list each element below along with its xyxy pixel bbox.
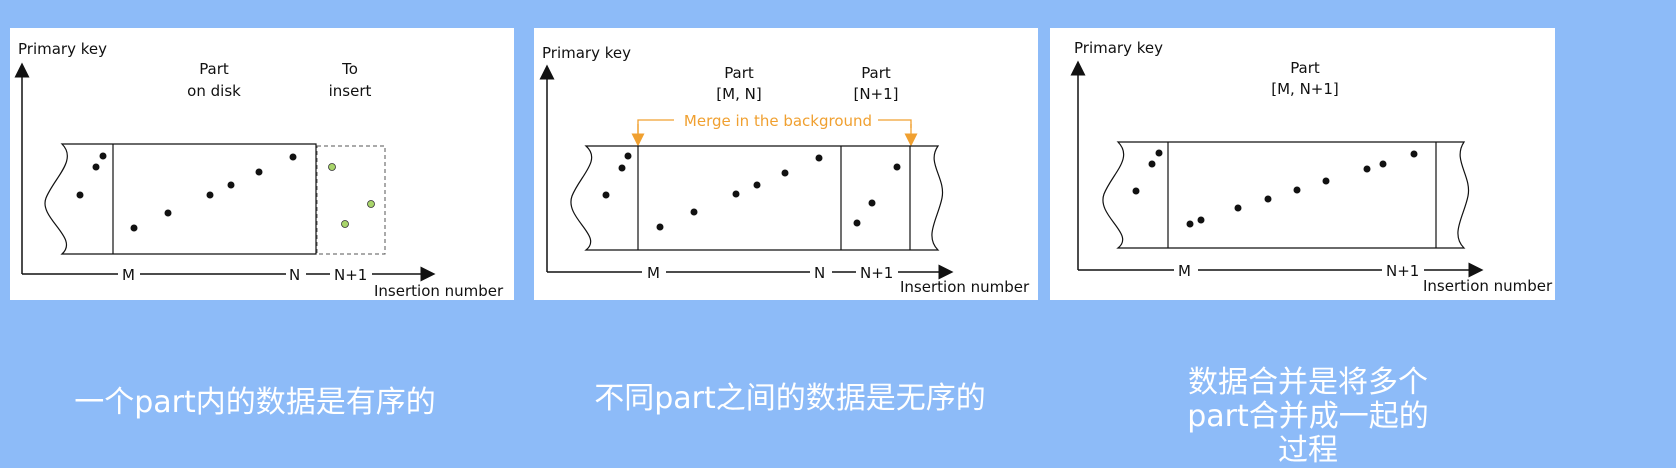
part-n1-points bbox=[853, 163, 901, 227]
tick-n: N bbox=[814, 264, 825, 282]
disk-points bbox=[76, 152, 297, 232]
to-insert-box bbox=[316, 145, 386, 255]
data-point bbox=[753, 181, 761, 189]
merged-part-box bbox=[1102, 141, 1470, 249]
merge-bracket-right bbox=[878, 119, 912, 128]
data-point bbox=[1186, 220, 1194, 228]
part-on-disk-box bbox=[44, 143, 317, 255]
data-point bbox=[1410, 150, 1418, 158]
data-point bbox=[255, 168, 263, 176]
caption-2: 不同part之间的数据是无序的 bbox=[594, 381, 986, 416]
caption-3: 数据合并是将多个part合并成一起的过程 bbox=[1187, 365, 1429, 468]
parts-box bbox=[570, 145, 944, 251]
diagram-panel-3: Primary key M N+1 Insertion number Part … bbox=[1050, 28, 1555, 300]
data-point bbox=[690, 208, 698, 216]
y-axis-label: Primary key bbox=[542, 44, 631, 62]
data-point bbox=[130, 224, 138, 232]
y-axis-label: Primary key bbox=[1074, 39, 1163, 57]
data-point bbox=[206, 191, 214, 199]
x-axis-label: Insertion number bbox=[374, 282, 504, 300]
data-point bbox=[868, 199, 876, 207]
data-point bbox=[1132, 187, 1140, 195]
tick-n: N bbox=[289, 266, 300, 284]
data-point bbox=[656, 223, 664, 231]
part-label-line2: [M, N+1] bbox=[1271, 80, 1339, 98]
part-mn-points bbox=[602, 152, 823, 231]
x-axis-label: Insertion number bbox=[1423, 277, 1553, 295]
tick-m: M bbox=[647, 264, 660, 282]
merged-points bbox=[1132, 149, 1418, 228]
part-label-line1: Part bbox=[1290, 59, 1320, 77]
y-axis-label: Primary key bbox=[18, 40, 107, 58]
new-data-point bbox=[341, 220, 349, 228]
tick-n-plus-1: N+1 bbox=[1386, 262, 1419, 280]
panel-3-svg: Primary key M N+1 Insertion number Part … bbox=[1070, 39, 1553, 295]
data-point bbox=[1322, 177, 1330, 185]
data-point bbox=[1197, 216, 1205, 224]
data-point bbox=[1363, 165, 1371, 173]
tick-m: M bbox=[1178, 262, 1191, 280]
data-point bbox=[1293, 186, 1301, 194]
diagram-panel-1: Primary key M N N+1 Insertion number Par… bbox=[10, 28, 514, 300]
data-point bbox=[1379, 160, 1387, 168]
data-point bbox=[76, 191, 84, 199]
insert-label-line2: insert bbox=[329, 82, 372, 100]
new-data-point bbox=[367, 200, 375, 208]
merge-label: Merge in the background bbox=[684, 112, 872, 130]
data-point bbox=[1264, 195, 1272, 203]
caption-1: 一个part内的数据是有序的 bbox=[74, 385, 436, 420]
insert-label-line1: To bbox=[341, 60, 358, 78]
data-point bbox=[732, 190, 740, 198]
data-point bbox=[624, 152, 632, 160]
panel-2-svg: Primary key M N N+1 Insertion number Par… bbox=[539, 44, 1030, 296]
data-point bbox=[618, 164, 626, 172]
data-point bbox=[164, 209, 172, 217]
data-point bbox=[92, 163, 100, 171]
merge-bracket-left bbox=[637, 119, 674, 138]
data-point bbox=[602, 191, 610, 199]
tick-m: M bbox=[122, 266, 135, 284]
data-point bbox=[1234, 204, 1242, 212]
tick-n-plus-1: N+1 bbox=[860, 264, 893, 282]
data-point bbox=[853, 219, 861, 227]
data-point bbox=[289, 153, 297, 161]
tick-n-plus-1: N+1 bbox=[334, 266, 367, 284]
part-label-line1: Part bbox=[199, 60, 229, 78]
new-data-point bbox=[328, 163, 336, 171]
data-point bbox=[815, 154, 823, 162]
part-label-line2: on disk bbox=[187, 82, 241, 100]
part-mn-label-line2: [M, N] bbox=[716, 85, 761, 103]
data-point bbox=[781, 169, 789, 177]
part-n1-label-line2: [N+1] bbox=[853, 85, 898, 103]
insert-points bbox=[328, 163, 375, 228]
data-point bbox=[99, 152, 107, 160]
part-mn-label-line1: Part bbox=[724, 64, 754, 82]
part-n1-label-line1: Part bbox=[861, 64, 891, 82]
diagram-panel-2: Primary key M N N+1 Insertion number Par… bbox=[534, 28, 1038, 300]
data-point bbox=[1155, 149, 1163, 157]
data-point bbox=[893, 163, 901, 171]
data-point bbox=[227, 181, 235, 189]
panel-1-svg: Primary key M N N+1 Insertion number Par… bbox=[14, 40, 504, 300]
x-axis-label: Insertion number bbox=[900, 278, 1030, 296]
data-point bbox=[1148, 160, 1156, 168]
